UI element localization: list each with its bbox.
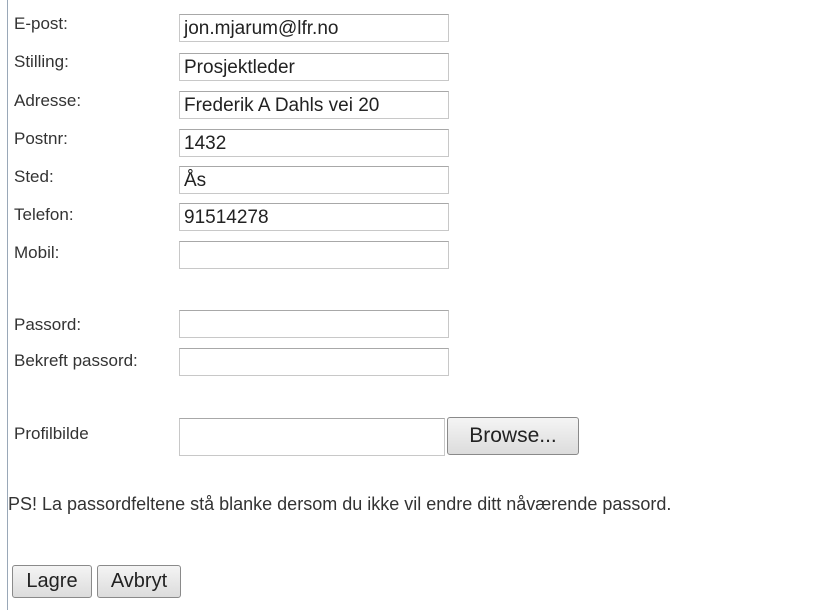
profile-image-file-field[interactable] — [179, 418, 445, 456]
phone-label: Telefon: — [14, 205, 74, 224]
password-label: Passord: — [14, 315, 82, 334]
browse-button[interactable]: Browse... — [447, 417, 579, 455]
mobile-field[interactable] — [179, 241, 449, 269]
city-label: Sted: — [14, 167, 54, 186]
position-field[interactable]: Prosjektleder — [179, 53, 449, 81]
email-label: E-post: — [14, 14, 68, 33]
city-field[interactable]: Ås — [179, 166, 449, 194]
postal-code-label: Postnr: — [14, 129, 68, 148]
confirm-password-label: Bekreft passord: — [14, 351, 138, 370]
postal-code-field[interactable]: 1432 — [179, 129, 449, 157]
cancel-button[interactable]: Avbryt — [97, 565, 181, 598]
mobile-label: Mobil: — [14, 243, 60, 262]
email-field[interactable]: jon.mjarum@lfr.no — [179, 14, 449, 42]
password-note: PS! La passordfeltene stå blanke dersom … — [8, 494, 672, 514]
save-button[interactable]: Lagre — [12, 565, 92, 598]
profile-image-label: Profilbilde — [14, 424, 89, 443]
address-field[interactable]: Frederik A Dahls vei 20 — [179, 91, 449, 119]
address-label: Adresse: — [14, 91, 82, 110]
position-label: Stilling: — [14, 52, 69, 71]
confirm-password-field[interactable] — [179, 348, 449, 376]
password-field[interactable] — [179, 310, 449, 338]
phone-field[interactable]: 91514278 — [179, 203, 449, 231]
